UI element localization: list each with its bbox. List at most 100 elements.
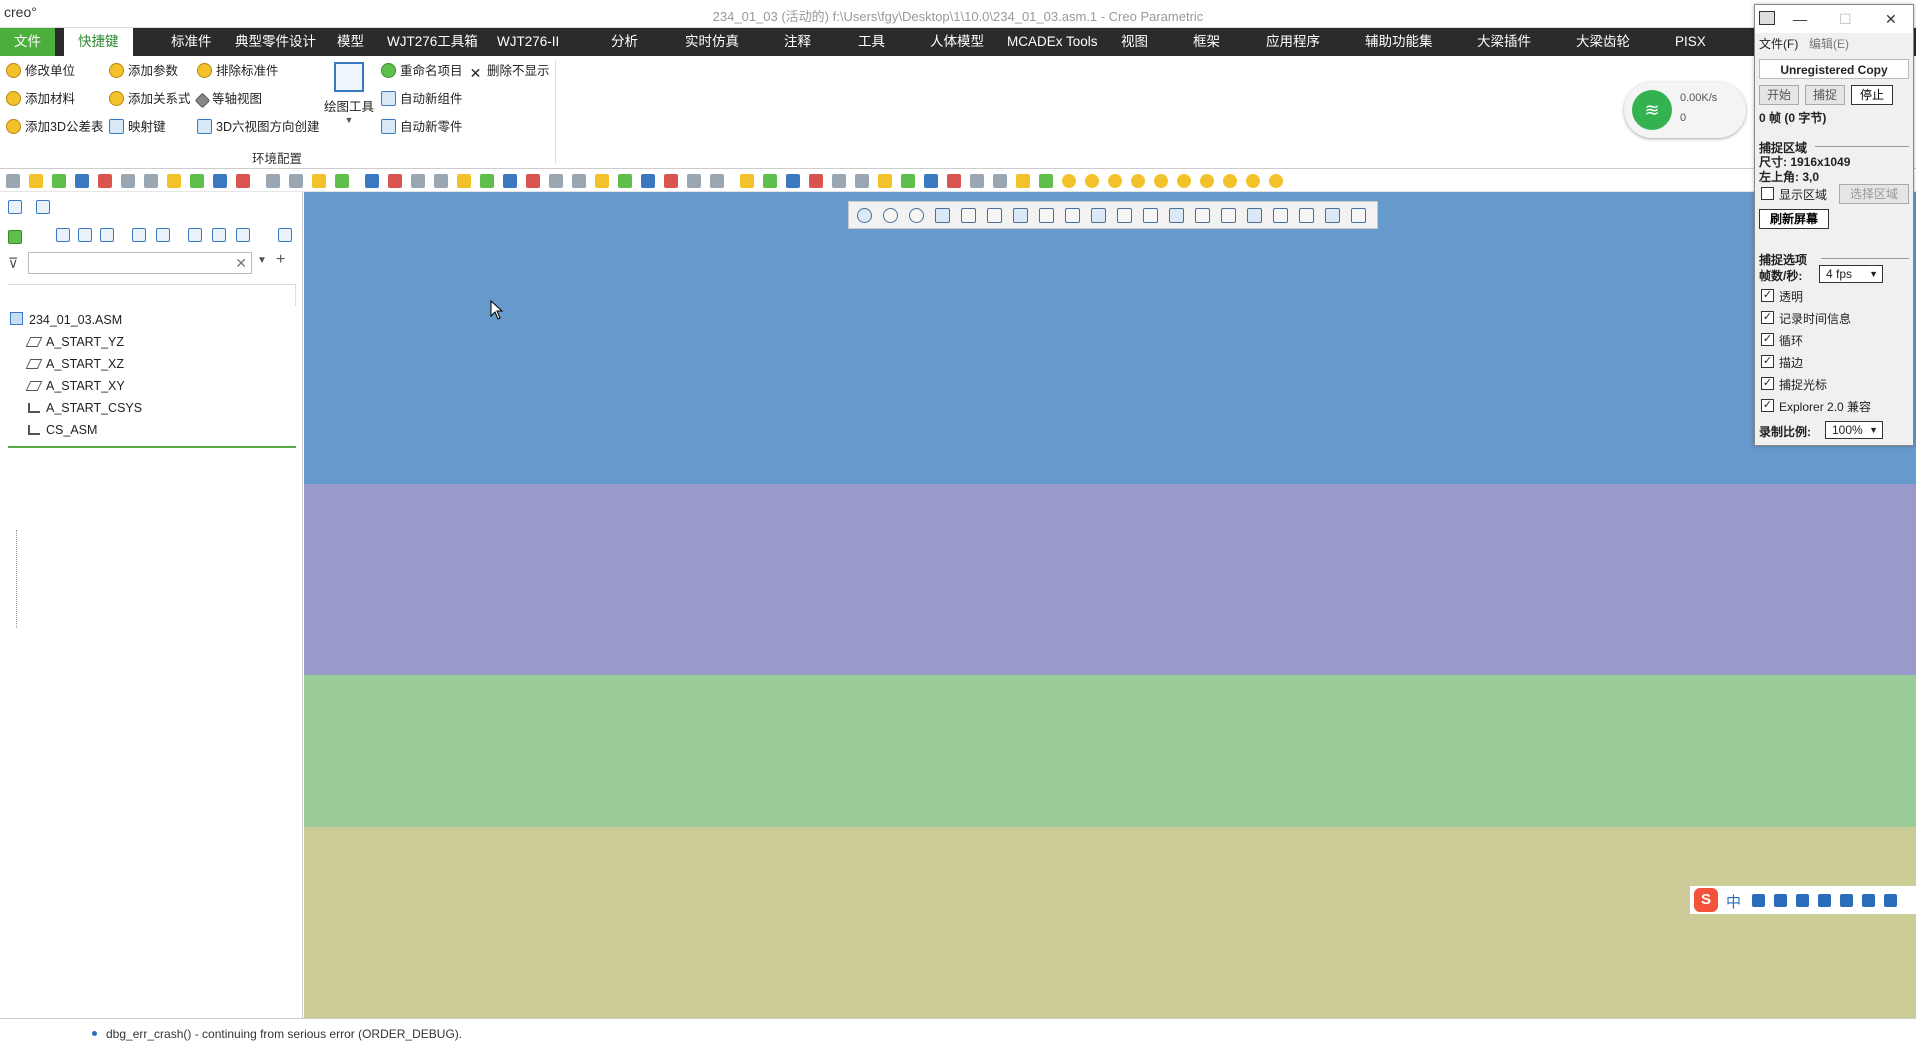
quick-toolbar-icon[interactable] [901,174,915,188]
quick-toolbar-icon[interactable] [740,174,754,188]
model-icon[interactable] [8,230,22,244]
network-speed-widget[interactable]: ≋ 0.00K/s 0 [1624,82,1746,138]
quick-toolbar-icon[interactable] [121,174,135,188]
loop-checkbox[interactable]: ✓ [1761,333,1774,346]
graphics-window[interactable] [304,192,1916,1018]
quick-toolbar-icon[interactable] [1200,174,1214,188]
quick-toolbar-icon[interactable] [6,174,20,188]
menu-tools[interactable]: 工具 [858,28,885,56]
menu-realtime-sim[interactable]: 实时仿真 [685,28,739,56]
add-material-button[interactable]: 添加材料 [6,89,75,109]
menu-analysis[interactable]: 分析 [611,28,638,56]
view-tool-icon[interactable] [961,208,976,223]
add-icon[interactable]: + [276,251,285,269]
rename-items-button[interactable]: 重命名项目 [381,61,463,81]
tree-item[interactable]: A_START_CSYS [28,398,142,418]
view-tool-icon[interactable] [1091,208,1106,223]
menu-annotate[interactable]: 注释 [784,28,811,56]
fps-select[interactable]: 4 fps ▼ [1819,265,1883,283]
tree-doc-icon[interactable] [278,228,292,242]
menu-shortcuts[interactable]: 快捷键 [64,28,133,56]
quick-toolbar-icon[interactable] [641,174,655,188]
menu-model[interactable]: 模型 [337,28,364,56]
drawing-tool-button[interactable]: 绘图工具 ▼ [322,62,376,125]
menu-aux-functions[interactable]: 辅助功能集 [1365,28,1433,56]
quick-toolbar-icon[interactable] [167,174,181,188]
quick-toolbar-icon[interactable] [312,174,326,188]
quick-toolbar-icon[interactable] [1154,174,1168,188]
quick-toolbar-icon[interactable] [411,174,425,188]
auto-new-part-button[interactable]: 自动新零件 [381,117,463,137]
quick-toolbar-icon[interactable] [947,174,961,188]
quick-toolbar-icon[interactable] [144,174,158,188]
keyboard-icon[interactable] [1796,894,1809,907]
tree-insert-marker[interactable] [8,446,296,448]
quick-toolbar-icon[interactable] [832,174,846,188]
add-relation-button[interactable]: 添加关系式 [109,89,191,109]
tree-item[interactable]: A_START_XZ [25,354,124,374]
quick-toolbar-icon[interactable] [335,174,349,188]
quick-toolbar-icon[interactable] [289,174,303,188]
tree-expand-icon[interactable] [78,228,92,242]
quick-toolbar-icon[interactable] [763,174,777,188]
capture-cursor-checkbox[interactable]: ✓ [1761,377,1774,390]
tree-table-icon[interactable] [100,228,114,242]
quick-toolbar-icon[interactable] [970,174,984,188]
record-time-checkbox[interactable]: ✓ [1761,311,1774,324]
quick-toolbar-icon[interactable] [1246,174,1260,188]
quick-toolbar-icon[interactable] [52,174,66,188]
menu-typical-part-design[interactable]: 典型零件设计 [235,28,316,56]
quick-toolbar-icon[interactable] [365,174,379,188]
filter-icon[interactable]: ⊽ [8,255,18,272]
quick-toolbar-icon[interactable] [480,174,494,188]
capture-menu-edit[interactable]: 编辑(E) [1809,35,1849,52]
quick-toolbar-icon[interactable] [1269,174,1283,188]
menu-wjt276-ii[interactable]: WJT276-II [497,28,559,56]
view-tool-icon[interactable] [1065,208,1080,223]
view-tool-icon[interactable] [1325,208,1340,223]
chevron-down-icon[interactable]: ▼ [322,115,376,125]
menu-frame[interactable]: 框架 [1193,28,1220,56]
clear-icon[interactable]: ✕ [235,255,247,272]
tree-filter-icon[interactable] [132,228,146,242]
view-tool-icon[interactable] [1169,208,1184,223]
view-tool-icon[interactable] [1351,208,1366,223]
stop-button[interactable]: 停止 [1851,85,1893,105]
auto-new-assembly-button[interactable]: 自动新组件 [381,89,463,109]
quick-toolbar-icon[interactable] [809,174,823,188]
quick-toolbar-icon[interactable] [190,174,204,188]
menu-pisx[interactable]: PISX [1675,28,1706,56]
tree-grid-icon[interactable] [156,228,170,242]
tree-item[interactable]: CS_ASM [28,420,97,440]
view-tool-icon[interactable] [935,208,950,223]
delete-hidden-button[interactable]: ✕ 删除不显示 [468,61,550,81]
quick-toolbar-icon[interactable] [526,174,540,188]
isometric-view-button[interactable]: 等轴视图 [194,89,262,109]
view-tool-icon[interactable] [1143,208,1158,223]
tree-layers-icon[interactable] [212,228,226,242]
menu-view[interactable]: 视图 [1121,28,1148,56]
tree-search-input[interactable]: ✕ [28,252,252,274]
menu-beam-plugin[interactable]: 大梁插件 [1477,28,1531,56]
view-tool-icon[interactable] [1039,208,1054,223]
quick-toolbar-icon[interactable] [1085,174,1099,188]
microphone-icon[interactable] [1774,894,1787,907]
menu-beam-gear[interactable]: 大梁齿轮 [1576,28,1630,56]
gear-icon[interactable] [1884,894,1897,907]
quick-toolbar-icon[interactable] [1039,174,1053,188]
view-tool-icon[interactable] [883,208,898,223]
modify-units-button[interactable]: 修改单位 [6,61,75,81]
quick-toolbar-icon[interactable] [98,174,112,188]
quick-toolbar-icon[interactable] [786,174,800,188]
quick-toolbar-icon[interactable] [29,174,43,188]
menu-file[interactable]: 文件 [0,28,55,56]
quick-toolbar-icon[interactable] [878,174,892,188]
maximize-icon[interactable]: ☐ [1839,11,1852,28]
show-region-checkbox[interactable] [1761,187,1774,200]
quick-toolbar-icon[interactable] [75,174,89,188]
view-tool-icon[interactable] [1247,208,1262,223]
quick-toolbar-icon[interactable] [710,174,724,188]
quick-toolbar-icon[interactable] [434,174,448,188]
view-tool-icon[interactable] [1299,208,1314,223]
quick-toolbar-icon[interactable] [1131,174,1145,188]
